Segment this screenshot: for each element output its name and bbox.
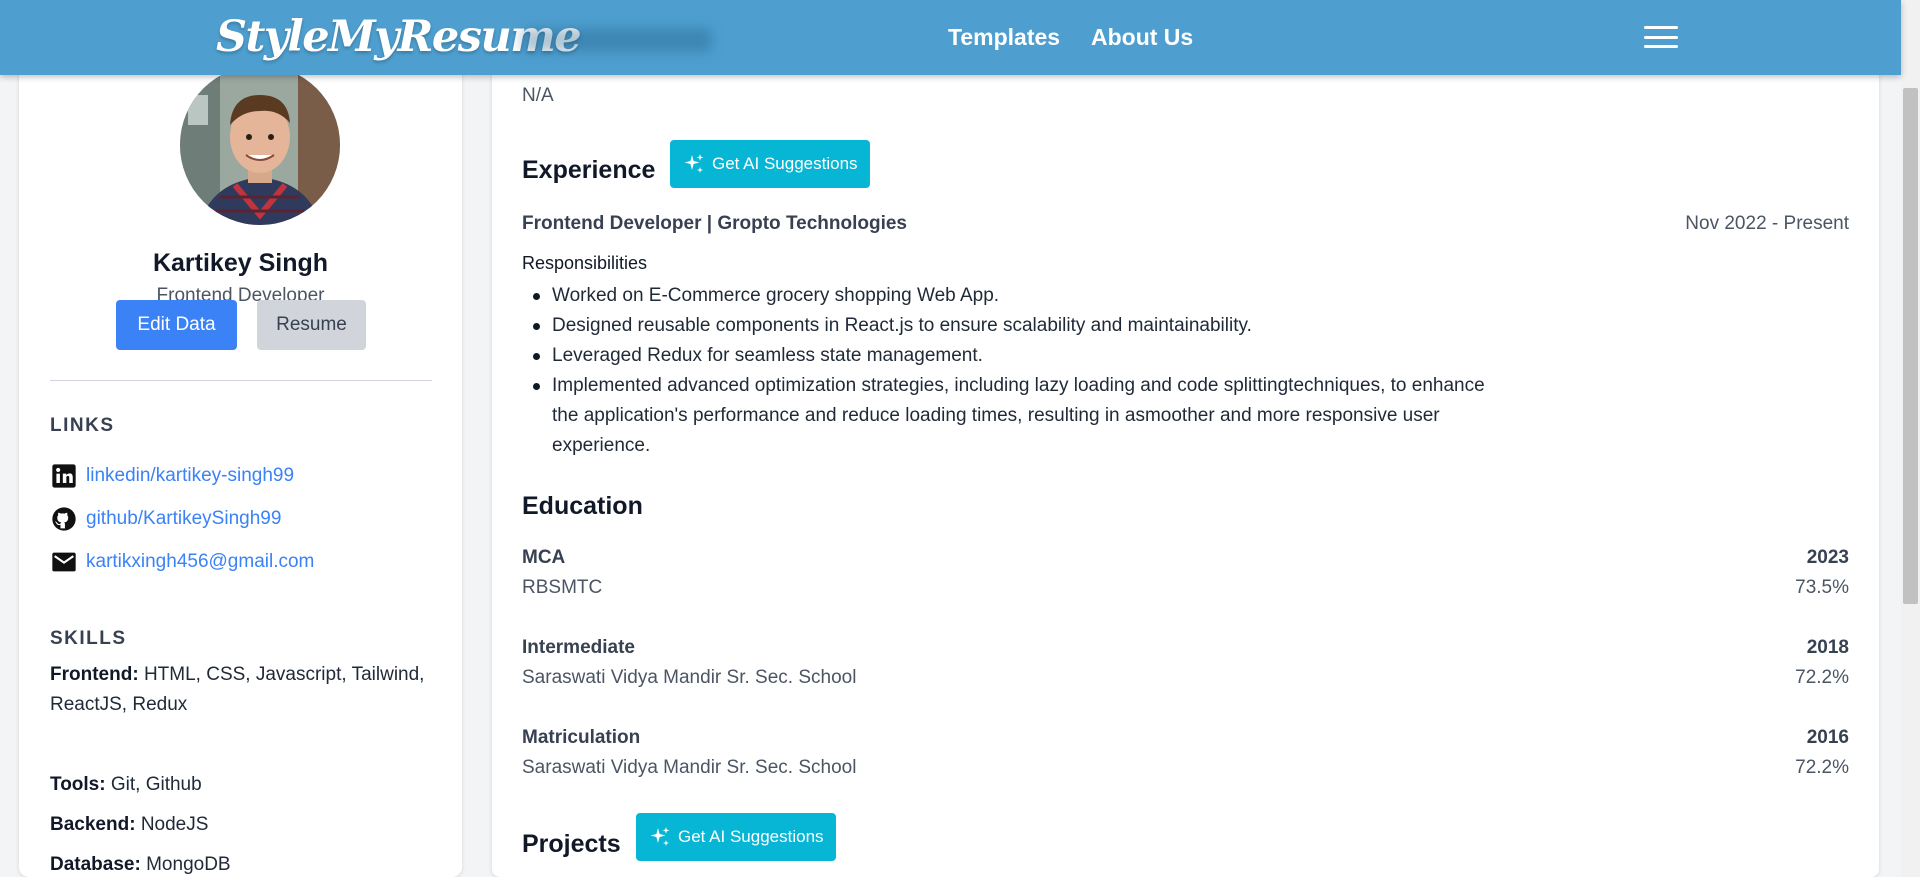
sparkles-icon — [684, 154, 704, 173]
skill-value: MongoDB — [146, 854, 231, 875]
skill-row: Backend: NodeJS — [50, 810, 440, 840]
ai-suggestions-label: Get AI Suggestions — [678, 827, 824, 846]
nav-about-us[interactable]: About Us — [1091, 24, 1193, 51]
profile-role: Frontend Developer — [156, 285, 325, 306]
education-title: Education — [522, 492, 643, 520]
job-title: Frontend Developer | Gropto Technologies — [522, 213, 907, 234]
scrollbar-thumb[interactable] — [1903, 88, 1918, 604]
linkedin-icon — [52, 464, 76, 488]
resume-button[interactable]: Resume — [257, 300, 366, 350]
education-year: 2016 — [1806, 727, 1849, 748]
edit-data-button[interactable]: Edit Data — [116, 300, 237, 350]
list-item: Leveraged Redux for seamless state manag… — [533, 341, 1492, 371]
experience-title: Experience — [522, 156, 656, 184]
skill-row: Database: MongoDB — [50, 850, 440, 877]
hamburger-menu-icon[interactable] — [1644, 26, 1678, 50]
resume-content-card: N/A Experience Get AI Suggestions Fronte… — [492, 40, 1879, 877]
skill-label: Backend: — [50, 814, 136, 835]
avatar-photo — [180, 65, 340, 225]
link-text[interactable]: linkedin/kartikey-singh99 — [86, 465, 294, 487]
link-github[interactable]: github/KartikeySingh99 — [50, 505, 281, 533]
experience-ai-suggestions-button[interactable]: Get AI Suggestions — [670, 140, 870, 188]
education-degree: Intermediate — [522, 637, 635, 658]
projects-title: Projects — [522, 830, 621, 858]
skill-label: Frontend: — [50, 664, 139, 685]
blurred-page-title — [522, 28, 712, 52]
ai-suggestions-label: Get AI Suggestions — [712, 154, 858, 173]
education-year: 2018 — [1806, 637, 1849, 658]
education-degree: MCA — [522, 547, 566, 568]
link-email[interactable]: kartikxingh456@gmail.com — [50, 548, 314, 576]
skills-title: SKILLS — [50, 628, 127, 649]
job-date: Nov 2022 - Present — [1685, 213, 1849, 234]
link-linkedin[interactable]: linkedin/kartikey-singh99 — [50, 462, 294, 490]
skill-label: Database: — [50, 854, 141, 875]
list-item: Designed reusable components in React.js… — [533, 311, 1492, 341]
skill-row: Frontend: HTML, CSS, Javascript, Tailwin… — [50, 660, 440, 720]
profile-card: Kartikey Singh Frontend Developer Edit D… — [19, 40, 462, 877]
education-institute: Saraswati Vidya Mandir Sr. Sec. School — [522, 667, 857, 688]
education-score: 72.2% — [1795, 667, 1849, 688]
education-year: 2023 — [1806, 547, 1849, 568]
skill-value: NodeJS — [140, 814, 209, 835]
nav-templates[interactable]: Templates — [948, 24, 1060, 51]
profile-name: Kartikey Singh — [152, 249, 329, 277]
mail-icon — [52, 552, 76, 572]
skill-label: Tools: — [50, 774, 106, 795]
responsibilities-list: Worked on E-Commerce grocery shopping We… — [533, 281, 1492, 461]
github-icon — [52, 507, 76, 531]
skill-row: Tools: Git, Github — [50, 770, 440, 800]
list-item: Implemented advanced optimization strate… — [533, 371, 1492, 461]
summary-value: N/A — [522, 85, 554, 106]
divider — [50, 380, 432, 381]
sparkles-icon — [650, 827, 670, 846]
education-score: 73.5% — [1795, 577, 1849, 598]
list-item: Worked on E-Commerce grocery shopping We… — [533, 281, 1492, 311]
education-score: 72.2% — [1795, 757, 1849, 778]
top-navbar: StyleMyResume Templates About Us — [0, 0, 1901, 75]
link-text[interactable]: kartikxingh456@gmail.com — [86, 551, 314, 573]
projects-ai-suggestions-button[interactable]: Get AI Suggestions — [636, 813, 836, 861]
education-institute: RBSMTC — [522, 577, 603, 598]
avatar — [180, 65, 340, 225]
education-institute: Saraswati Vidya Mandir Sr. Sec. School — [522, 757, 857, 778]
education-degree: Matriculation — [522, 727, 641, 748]
link-text[interactable]: github/KartikeySingh99 — [86, 508, 281, 530]
responsibilities-title: Responsibilities — [522, 253, 648, 273]
skill-value: Git, Github — [110, 774, 202, 795]
links-title: LINKS — [50, 415, 115, 436]
